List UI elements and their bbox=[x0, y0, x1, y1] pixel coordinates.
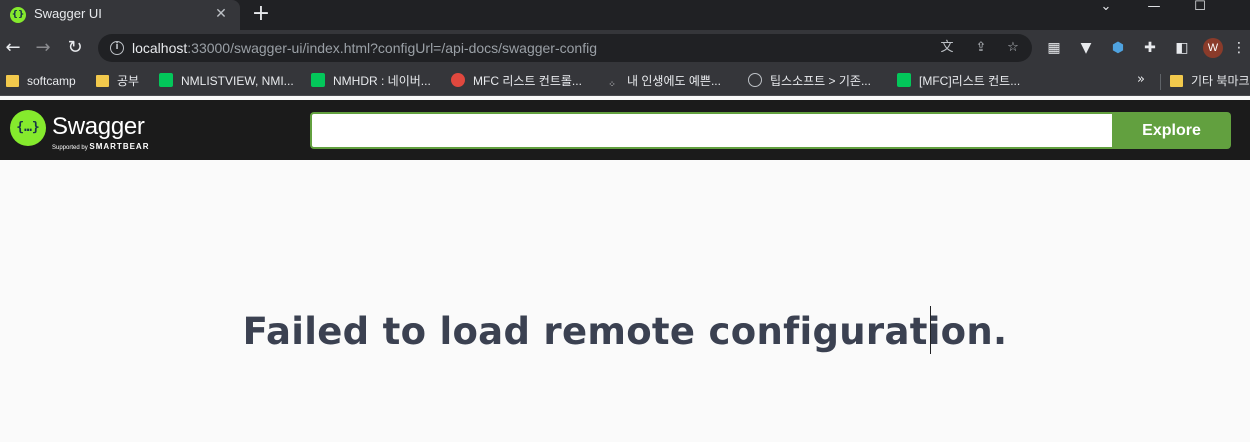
tagline-prefix: Supported by bbox=[52, 145, 88, 151]
bookmark-item[interactable]: [MFC]리스트 컨트... bbox=[897, 72, 1020, 90]
more-menu-icon[interactable]: ⋮ bbox=[1232, 38, 1246, 58]
bookmark-label: softcamp bbox=[27, 74, 76, 88]
bookmark-label: 팁스소프트 > 기존... bbox=[770, 74, 871, 88]
text-cursor bbox=[930, 306, 931, 354]
browser-toolbar: ← → ↻ i localhost:33000/swagger-ui/index… bbox=[0, 30, 1250, 66]
naver-blog-icon bbox=[159, 73, 173, 87]
address-bar[interactable]: i localhost:33000/swagger-ui/index.html?… bbox=[98, 34, 1032, 62]
swagger-content: Failed to load remote configuration. bbox=[0, 160, 1250, 442]
close-tab-icon[interactable]: ✕ bbox=[212, 5, 230, 23]
vue-devtools-icon[interactable]: ▼ bbox=[1076, 38, 1096, 58]
extension-blue-icon[interactable]: ⬢ bbox=[1108, 38, 1128, 58]
swagger-favicon-icon: {} bbox=[10, 7, 26, 23]
maximize-button[interactable]: ☐ bbox=[1180, 0, 1220, 20]
bookmarks-divider bbox=[1160, 74, 1161, 90]
minimize-button[interactable]: — bbox=[1134, 0, 1174, 20]
url-text[interactable]: localhost:33000/swagger-ui/index.html?co… bbox=[132, 40, 597, 56]
url-host: localhost bbox=[132, 40, 188, 56]
bookmark-item[interactable]: ⁘ 내 인생에도 예쁜... bbox=[605, 72, 721, 90]
bookmark-item[interactable]: NMHDR : 네이버... bbox=[311, 72, 431, 90]
share-icon[interactable]: ⇪ bbox=[972, 39, 990, 57]
bookmarks-overflow-button[interactable]: » bbox=[1137, 72, 1145, 87]
smartbear-tagline: Supported by SMARTBEAR bbox=[52, 142, 149, 151]
bookmark-label: NMHDR : 네이버... bbox=[333, 74, 431, 88]
url-path: :33000/swagger-ui/index.html?configUrl=/… bbox=[187, 40, 597, 56]
spec-url-input[interactable] bbox=[310, 112, 1114, 149]
naver-blog-icon bbox=[311, 73, 325, 87]
bookmark-label: NMLISTVIEW, NMI... bbox=[181, 74, 294, 88]
bookmark-label: [MFC]리스트 컨트... bbox=[919, 74, 1021, 88]
folder-icon bbox=[1170, 75, 1183, 87]
tab-swagger-ui[interactable]: {} Swagger UI ✕ bbox=[0, 0, 240, 30]
swagger-topbar: {…} Swagger Supported by SMARTBEAR Explo… bbox=[0, 100, 1250, 160]
forward-button[interactable]: → bbox=[30, 35, 56, 61]
naver-blog-icon bbox=[897, 73, 911, 87]
reload-button[interactable]: ↻ bbox=[62, 35, 88, 61]
tab-strip: {} Swagger UI ✕ + ⌄ — ☐ bbox=[0, 0, 1250, 30]
puzzle-icon[interactable]: ✚ bbox=[1140, 38, 1160, 58]
back-button[interactable]: ← bbox=[0, 35, 26, 61]
swagger-logo-icon: {…} bbox=[10, 110, 46, 146]
globe-icon bbox=[748, 73, 762, 87]
tistory-icon bbox=[451, 73, 465, 87]
error-message: Failed to load remote configuration. bbox=[242, 310, 1008, 353]
bookmark-label: 기타 북마크 bbox=[1191, 74, 1250, 88]
bookmark-item[interactable]: softcamp bbox=[6, 72, 76, 90]
qr-icon[interactable]: ▦ bbox=[1044, 38, 1064, 58]
bookmark-label: 공부 bbox=[117, 74, 140, 88]
bookmarks-bar: softcamp 공부 NMLISTVIEW, NMI... NMHDR : 네… bbox=[0, 66, 1250, 96]
bookmark-star-icon[interactable]: ☆ bbox=[1004, 39, 1022, 57]
new-tab-button[interactable]: + bbox=[250, 2, 272, 26]
dots-icon: ⁘ bbox=[608, 80, 616, 90]
tab-search-icon[interactable]: ⌄ bbox=[1086, 0, 1126, 20]
site-info-icon[interactable]: i bbox=[110, 41, 124, 55]
other-bookmarks-folder[interactable]: 기타 북마크 bbox=[1170, 72, 1250, 90]
swagger-wordmark: Swagger bbox=[52, 113, 145, 140]
bookmark-item[interactable]: 공부 bbox=[96, 72, 139, 90]
tab-title: Swagger UI bbox=[34, 6, 102, 21]
bookmark-label: 내 인생에도 예쁜... bbox=[627, 74, 721, 88]
profile-avatar[interactable]: W bbox=[1203, 38, 1223, 58]
folder-icon bbox=[96, 75, 109, 87]
bookmark-item[interactable]: NMLISTVIEW, NMI... bbox=[159, 72, 294, 90]
explore-button[interactable]: Explore bbox=[1112, 112, 1231, 149]
bookmark-item[interactable]: 팁스소프트 > 기존... bbox=[748, 72, 871, 90]
tagline-brand: SMARTBEAR bbox=[89, 142, 150, 151]
bookmark-label: MFC 리스트 컨트롤... bbox=[473, 74, 582, 88]
bookmark-item[interactable]: MFC 리스트 컨트롤... bbox=[451, 72, 582, 90]
sidepanel-icon[interactable]: ◧ bbox=[1172, 38, 1192, 58]
folder-icon bbox=[6, 75, 19, 87]
translate-icon[interactable]: 文 bbox=[938, 39, 956, 57]
